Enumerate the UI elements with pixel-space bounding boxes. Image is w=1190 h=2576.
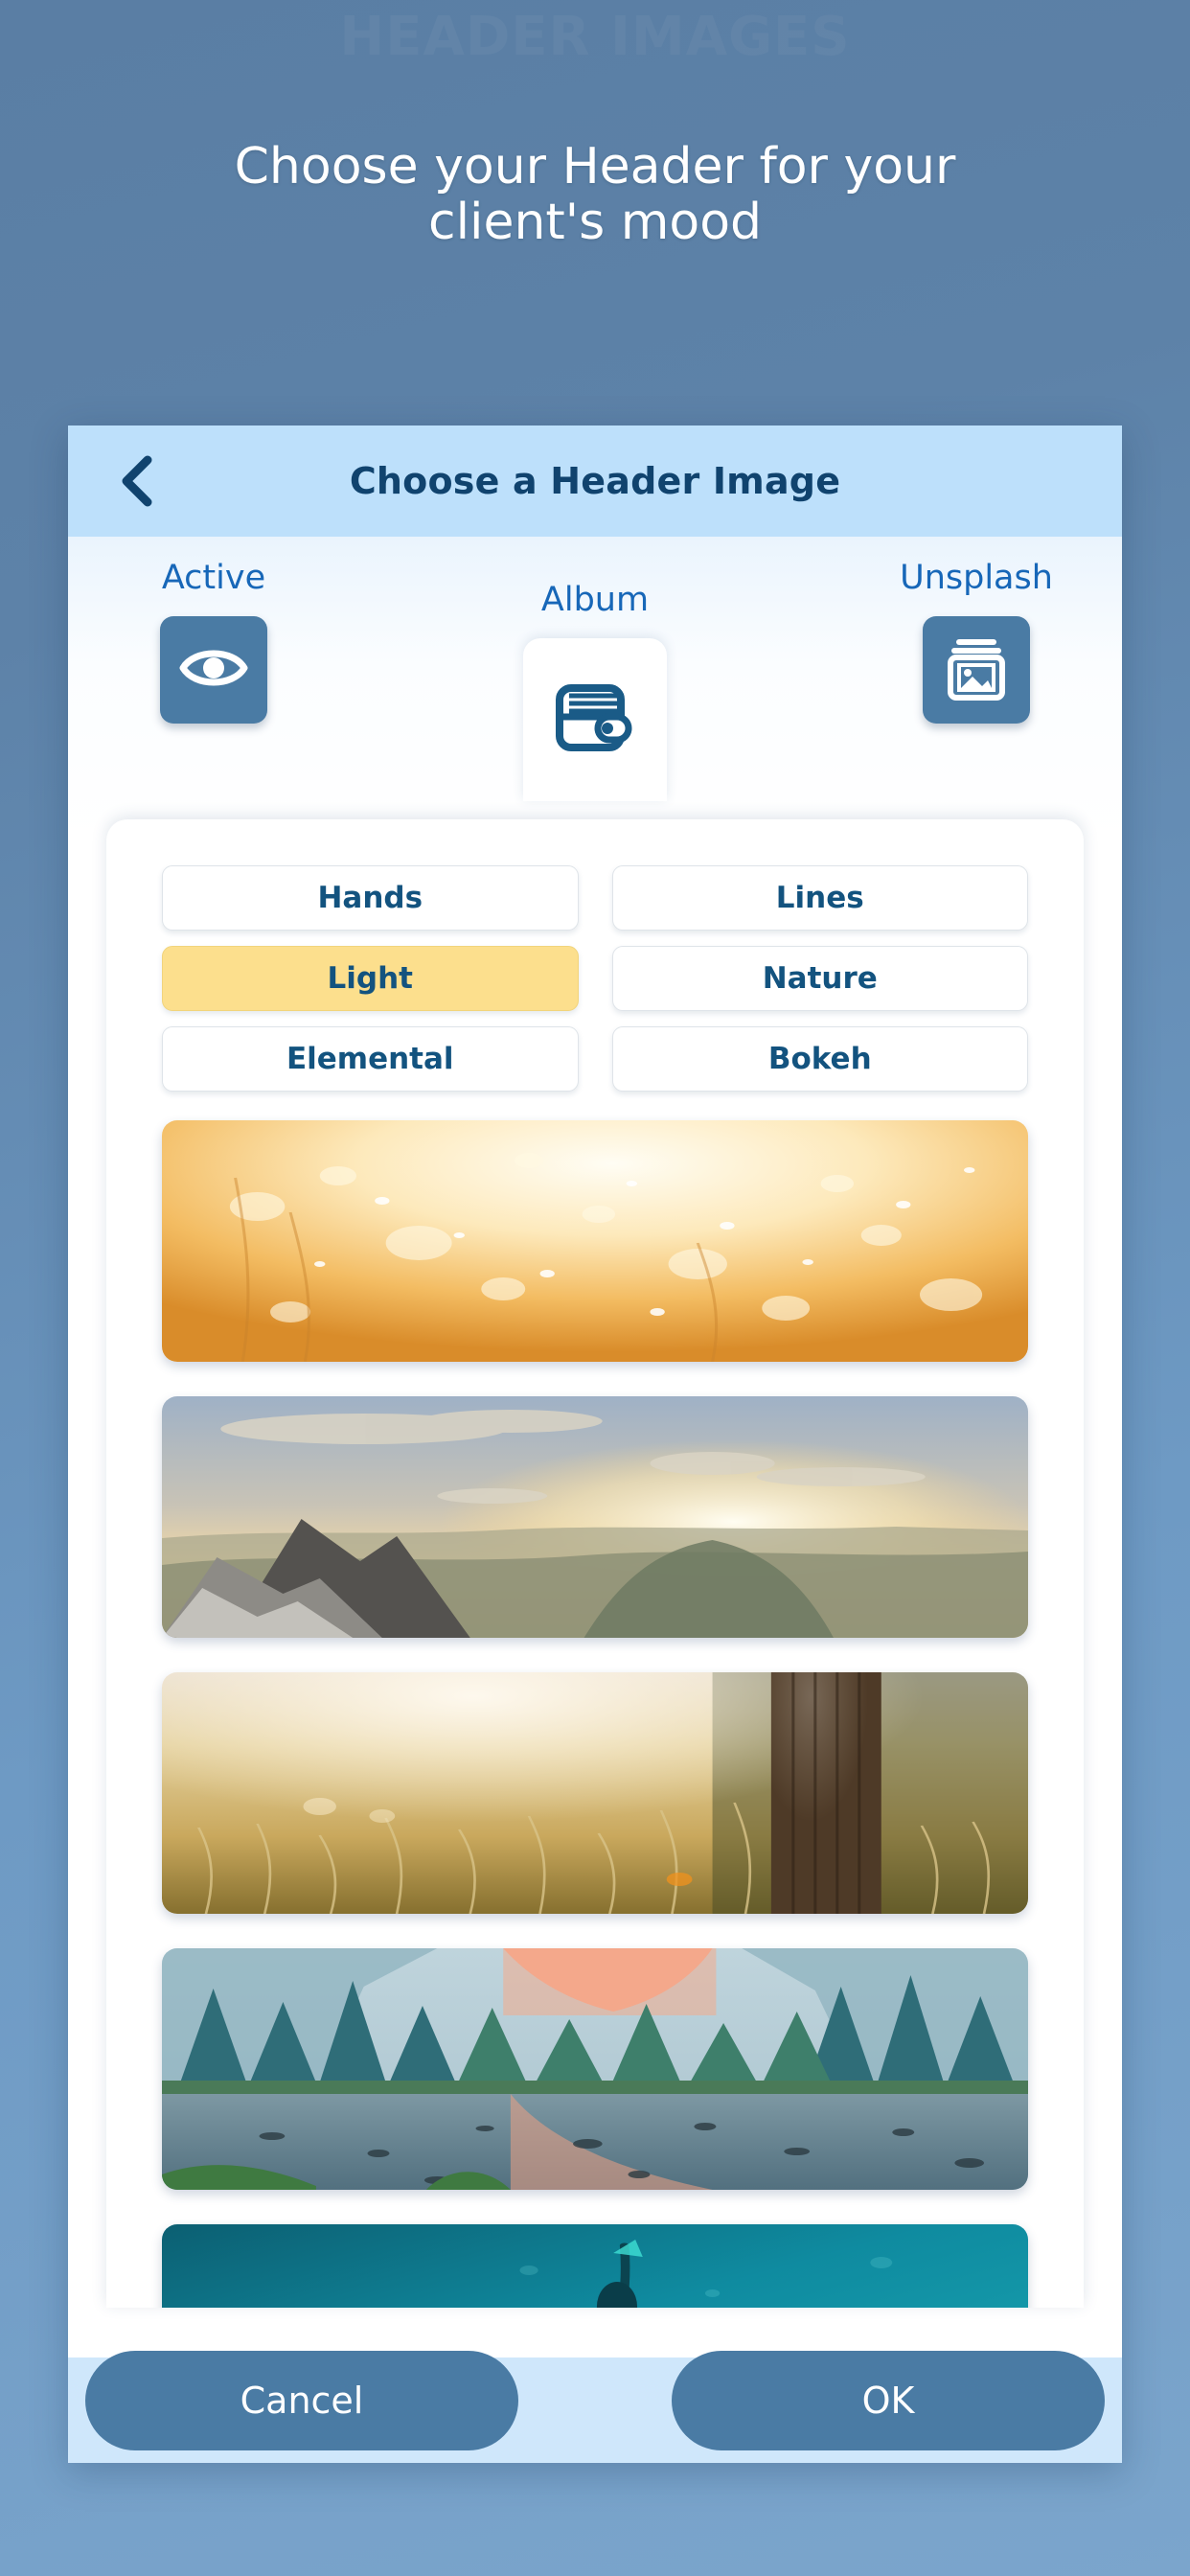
thumbnail-mountain-sunset-clouds[interactable] [162,1396,1028,1638]
page-title-line-1: Choose your Header for your [234,138,956,196]
background-watermark: HEADER IMAGES [0,6,1190,68]
thumbnail-golden-bokeh-sparkles[interactable] [162,1120,1028,1362]
tab-active-icon-tile [160,616,267,724]
source-tabs: Active Album Unsplash [68,537,1122,840]
category-chip-grid: Hands Lines Light Nature Elemental Bokeh [106,819,1084,1092]
album-panel: Hands Lines Light Nature Elemental Bokeh [106,819,1084,2308]
page-title-line-2: client's mood [427,194,763,252]
category-chip-elemental[interactable]: Elemental [162,1026,579,1092]
category-chip-bokeh[interactable]: Bokeh [611,1026,1028,1092]
category-chip-hands[interactable]: Hands [162,865,579,931]
category-chip-lines[interactable]: Lines [611,865,1028,931]
tab-album[interactable]: Album [493,584,697,801]
tab-unsplash-label: Unsplash [900,559,1053,597]
category-chip-light[interactable]: Light [162,946,579,1011]
thumbnail-underwater-ocean-diver[interactable] [162,2224,1028,2308]
dialog-footer: Cancel OK [68,2351,1122,2463]
category-chip-nature[interactable]: Nature [611,946,1028,1011]
thumbnail-sunlit-grass-fence-post[interactable] [162,1672,1028,1914]
eye-icon [179,641,248,699]
cancel-button[interactable]: Cancel [85,2351,518,2450]
photo-stack-icon [944,632,1009,707]
tab-album-selected-card [523,638,667,801]
ok-button[interactable]: OK [672,2351,1105,2450]
page-title: Choose your Header for your client's moo… [105,138,1085,252]
tab-album-label: Album [540,581,650,619]
wallet-icon [554,678,636,761]
thumbnail-teal-forest-river-dusk[interactable] [162,1948,1028,2190]
tab-active[interactable]: Active [112,562,315,724]
chevron-left-icon [115,454,157,508]
dialog-title: Choose a Header Image [349,460,841,502]
thumbnail-list [106,1092,1084,2308]
tab-unsplash[interactable]: Unsplash [875,562,1078,724]
tab-unsplash-icon-tile [923,616,1030,724]
back-button[interactable] [104,449,168,513]
tab-active-label: Active [161,559,266,597]
header-image-dialog: Choose a Header Image Active Album Unspl… [68,426,1122,2463]
dialog-titlebar: Choose a Header Image [68,426,1122,537]
